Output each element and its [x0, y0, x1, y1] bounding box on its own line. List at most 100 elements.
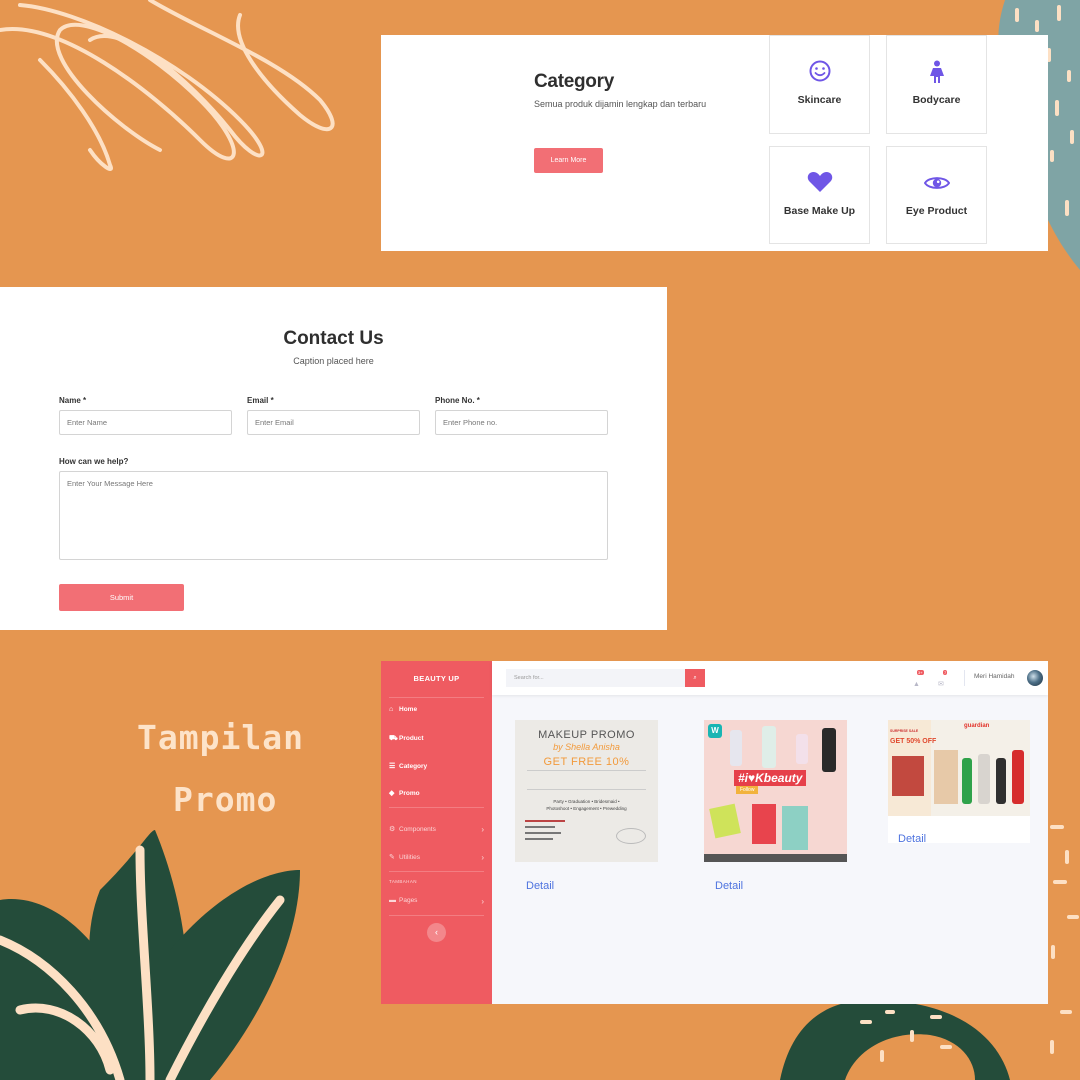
contact-title: Contact Us — [283, 328, 384, 349]
category-panel: Category Semua produk dijamin lengkap da… — [381, 35, 1048, 251]
email-label: Email * — [247, 396, 274, 405]
sidebar-brand[interactable]: BEAUTY UP — [381, 661, 492, 697]
search-button[interactable]: ⌕ — [685, 669, 705, 687]
promo-contact-block — [525, 820, 575, 842]
promo-by: by Shella Anisha — [553, 742, 620, 752]
sidebar-divider — [389, 915, 484, 916]
search-input[interactable] — [506, 669, 686, 687]
topbar-divider — [964, 670, 965, 686]
phone-field[interactable] — [435, 410, 608, 435]
promo-fineprint — [527, 770, 646, 790]
promo-detail-link[interactable]: Detail — [715, 880, 743, 892]
sidebar-item-label: Product — [399, 735, 424, 742]
promo-title: MAKEUP PROMO — [538, 729, 635, 741]
sidebar-divider — [389, 871, 484, 872]
promo-card[interactable]: MAKEUP PROMO by Shella Anisha GET FREE 1… — [515, 720, 658, 862]
messages-envelope[interactable]: ✉ 7 — [938, 670, 948, 691]
product-pack — [752, 804, 776, 844]
sidebar-item-label: Promo — [399, 790, 420, 797]
leaf-decoration — [0, 830, 300, 1080]
scribble-decoration — [0, 0, 335, 171]
product-pack — [709, 803, 741, 839]
category-card-base-make-up[interactable]: Base Make Up — [769, 146, 870, 244]
category-subtitle: Semua produk dijamin lengkap dan terbaru — [534, 99, 707, 109]
name-field[interactable] — [59, 410, 232, 435]
product-bottle — [978, 754, 990, 804]
avatar[interactable] — [1027, 670, 1043, 686]
chevron-right-icon: › — [481, 825, 484, 834]
product-box — [934, 750, 958, 804]
heart-icon — [770, 171, 869, 198]
home-icon: ⌂ — [389, 706, 394, 713]
sidebar-item-product[interactable]: ⛟Product — [389, 734, 424, 743]
phone-label: Phone No. * — [435, 396, 480, 405]
message-field[interactable] — [59, 471, 608, 560]
dots-decoration — [1050, 825, 1079, 959]
promo-detail-link[interactable]: Detail — [898, 833, 926, 845]
sidebar-item-components[interactable]: ⚙ Components › — [389, 825, 484, 834]
promo-sale-panel: SURPRISE SALE GET 50% OFF — [888, 720, 936, 816]
sidebar-toggle-button[interactable]: ‹ — [427, 923, 446, 942]
promo-detail-link[interactable]: Detail — [526, 880, 554, 892]
sidebar-divider — [389, 807, 484, 808]
messages-count-badge: 7 — [943, 670, 948, 675]
sidebar-item-label: Utilities — [399, 854, 420, 861]
category-label-eye-product: Eye Product — [905, 205, 968, 217]
admin-dashboard: BEAUTY UP ⌂ Home ⛟Product ☰ Category ◆ Prom… — [381, 661, 1048, 1004]
category-title: Category — [534, 71, 614, 92]
alerts-bell[interactable]: ▲ 3+ — [913, 670, 924, 691]
sidebar-heading: TAMBAHAN — [389, 879, 417, 884]
sidebar-item-utilities[interactable]: ✎ Utilities › — [389, 853, 484, 862]
name-label: Name * — [59, 396, 87, 405]
contact-panel: Contact Us Caption placed here Name * Em… — [0, 287, 667, 630]
logo-icon — [616, 828, 646, 844]
list-icon: ☰ — [389, 763, 396, 770]
user-name[interactable]: Meri Hamidah — [974, 673, 1014, 680]
folder-icon: ▬ — [389, 897, 396, 904]
bell-icon: ▲ — [913, 681, 920, 688]
sidebar-item-label: Category — [399, 763, 428, 770]
alerts-count-badge: 3+ — [917, 670, 924, 675]
chevron-right-icon: › — [481, 853, 484, 862]
product-pack — [782, 806, 808, 850]
category-label-bodycare: Bodycare — [912, 94, 961, 106]
sidebar-item-home[interactable]: ⌂ Home — [389, 706, 417, 713]
cart-icon: ⛟ — [389, 735, 398, 742]
category-card-skincare[interactable]: Skincare — [769, 35, 870, 134]
sidebar-item-pages[interactable]: ▬ Pages › — [389, 897, 484, 906]
promo-tag: SURPRISE SALE — [890, 729, 919, 733]
wrench-icon: ✎ — [389, 854, 395, 861]
product-bottle — [996, 758, 1006, 804]
envelope-icon: ✉ — [938, 681, 944, 688]
sidebar-item-label: Home — [399, 706, 418, 713]
promo-footer — [704, 854, 847, 862]
product-bottle — [822, 728, 836, 772]
category-label-base-make-up: Base Make Up — [783, 205, 856, 217]
contact-caption: Caption placed here — [293, 356, 374, 366]
category-card-bodycare[interactable]: Bodycare — [886, 35, 987, 134]
person-icon — [887, 60, 986, 89]
promo-card[interactable]: SURPRISE SALE GET 50% OFF guardian — [888, 720, 1030, 843]
sidebar-item-label: Pages — [399, 897, 418, 904]
learn-more-button[interactable]: Learn More — [534, 148, 603, 173]
category-card-eye-product[interactable]: Eye Product — [886, 146, 987, 244]
sidebar: BEAUTY UP ⌂ Home ⛟Product ☰ Category ◆ Prom… — [381, 661, 492, 1004]
guardian-logo: guardian — [964, 723, 990, 729]
product-bottle — [730, 730, 742, 766]
email-field[interactable] — [247, 410, 420, 435]
caption-line-2: Promo — [173, 780, 278, 819]
product-bottle — [962, 758, 972, 804]
promo-services: Party • Graduation • Bridesmaid • Photos… — [546, 799, 627, 811]
tag-icon: ◆ — [389, 790, 395, 797]
sidebar-item-promo[interactable]: ◆ Promo — [389, 789, 420, 797]
caption-line-1: Tampilan — [137, 718, 304, 757]
product-box — [892, 756, 924, 796]
product-bottle — [796, 734, 808, 764]
promo-card[interactable]: W #i♥Kbeauty Follow — [704, 720, 847, 862]
product-bottle — [762, 726, 776, 768]
gear-icon: ⚙ — [389, 826, 396, 833]
topbar: ⌕ ▲ 3+ ✉ 7 Meri Hamidah — [492, 661, 1048, 695]
submit-button[interactable]: Submit — [59, 584, 184, 611]
sidebar-item-category[interactable]: ☰ Category — [389, 762, 427, 770]
chevron-right-icon: › — [481, 897, 484, 906]
